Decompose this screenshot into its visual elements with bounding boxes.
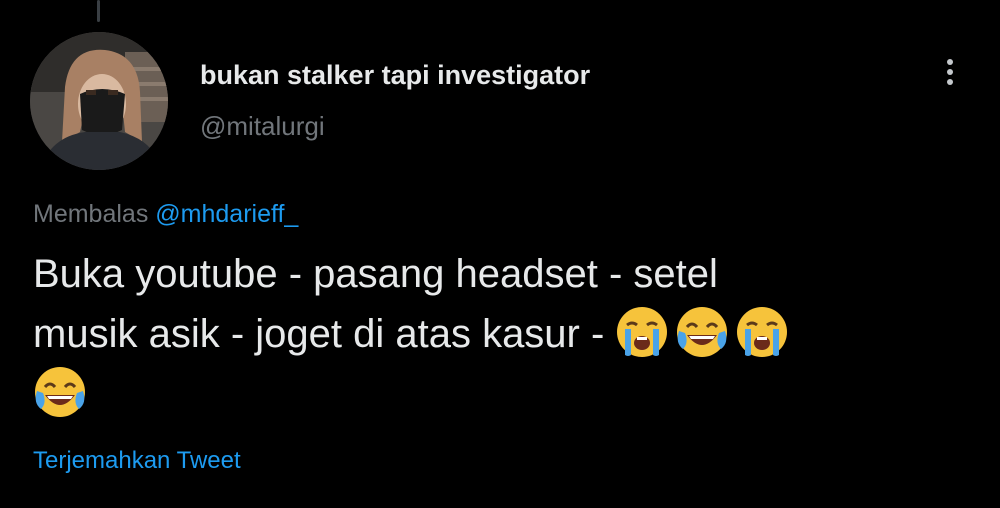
more-vertical-icon (947, 59, 953, 65)
reply-mention-link[interactable]: @mhdarieff_ (155, 200, 298, 228)
reply-prefix: Membalas (33, 200, 149, 228)
avatar[interactable] (30, 32, 168, 170)
avatar-photo (30, 32, 168, 170)
face-with-tears-of-joy-icon (33, 365, 87, 419)
thread-connector-line (97, 0, 100, 22)
display-name[interactable]: bukan stalker tapi investigator (200, 60, 590, 91)
more-vertical-icon-dot-3 (947, 79, 953, 85)
translate-tweet-link[interactable]: Terjemahkan Tweet (33, 447, 241, 475)
tweet-text-line-1: Buka youtube - pasang headset - setel (33, 252, 718, 296)
more-options-button[interactable] (930, 52, 970, 92)
tweet-text-line-2: musik asik - joget di atas kasur - (33, 312, 605, 356)
more-vertical-icon-dot-2 (947, 69, 953, 75)
reply-context: Membalas @mhdarieff_ (33, 200, 298, 229)
face-with-tears-of-joy-icon (675, 305, 729, 359)
user-handle[interactable]: @mitalurgi (200, 111, 325, 142)
loudly-crying-face-icon (735, 305, 789, 359)
loudly-crying-face-icon (615, 305, 669, 359)
tweet-text: Buka youtube - pasang headset - setel mu… (33, 244, 953, 424)
